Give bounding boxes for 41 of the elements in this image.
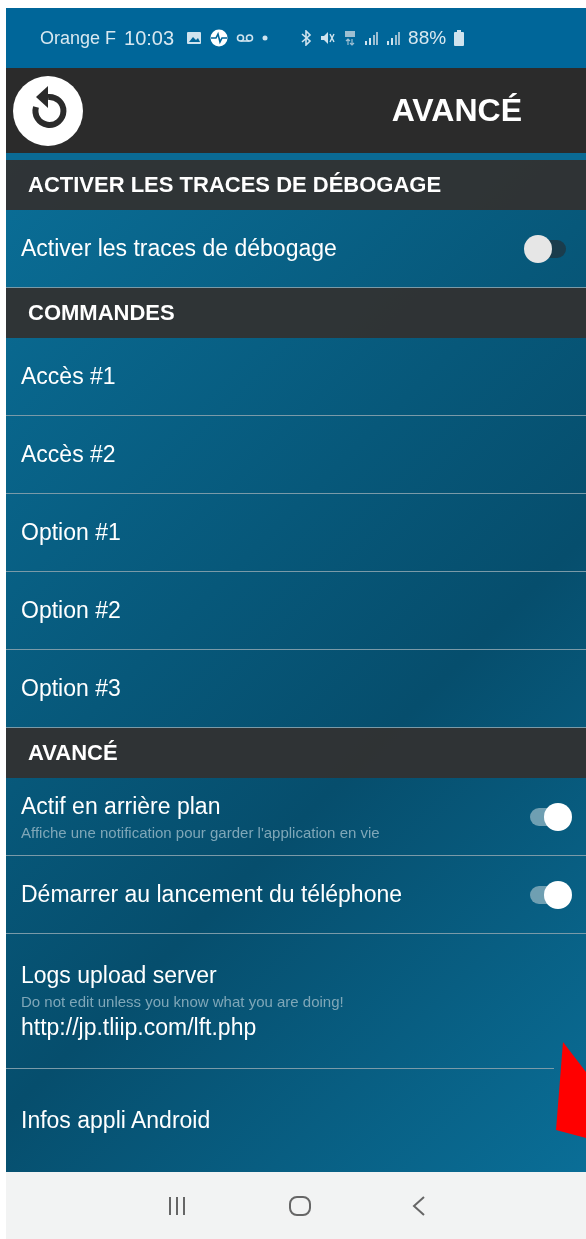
signal-icon [386,31,401,45]
settings-row[interactable]: Accès #1 [6,338,586,416]
setting-label: Option #2 [21,597,122,624]
settings-row[interactable]: Option #1 [6,494,586,572]
setting-summary: Affiche une notification pour garder l'application en vie [21,823,381,841]
section-header: AVANCÉ [6,728,586,778]
network-icon [344,30,357,46]
home-icon[interactable] [288,1193,312,1218]
mute-icon [320,30,337,46]
back-icon[interactable] [12,74,84,147]
dot-icon [262,35,269,41]
setting-summary: Do not edit unless you know what you are doing! [21,992,345,1010]
setting-label: Accès #2 [21,441,117,468]
section-header: COMMANDES [6,288,586,338]
setting-label: Option #3 [21,675,122,702]
clock-time: 10:03 [124,26,175,50]
setting-label: Activer les traces de débogage [21,235,338,262]
setting-label: Accès #1 [21,363,117,390]
battery-level: 88% [408,27,447,49]
settings-row[interactable]: Actif en arrière plan Affiche une notification pour garder l'application en vie [6,778,586,856]
signal-icon [364,31,379,45]
setting-label: Démarrer au lancement du téléphone [21,881,403,908]
page-title: AVANCÉ [391,92,522,129]
pulse-icon [210,29,229,47]
setting-label: Actif en arrière plan [21,792,222,820]
settings-row[interactable]: Option #2 [6,572,586,650]
carrier-name: Orange F [40,27,117,49]
settings-row[interactable]: Logs upload server Do not edit unless you know what you are doing! http://jp.tliip.com/lft.php [6,934,554,1069]
settings-row[interactable]: Démarrer au lancement du téléphone [6,856,586,934]
setting-value: http://jp.tliip.com/lft.php [21,1013,258,1041]
settings-row[interactable]: Infos appli Android [6,1069,554,1172]
image-icon [186,31,203,45]
back-nav-icon[interactable] [410,1194,427,1217]
voicemail-icon [236,33,255,43]
setting-label: Logs upload server [21,961,218,989]
setting-label: Option #1 [21,519,122,546]
battery-icon [454,30,465,46]
section-header: ACTIVER LES TRACES DE DÉBOGAGE [6,160,586,210]
setting-label: Infos appli Android [21,1107,212,1134]
settings-row[interactable]: Accès #2 [6,416,586,494]
bluetooth-icon [300,30,313,46]
